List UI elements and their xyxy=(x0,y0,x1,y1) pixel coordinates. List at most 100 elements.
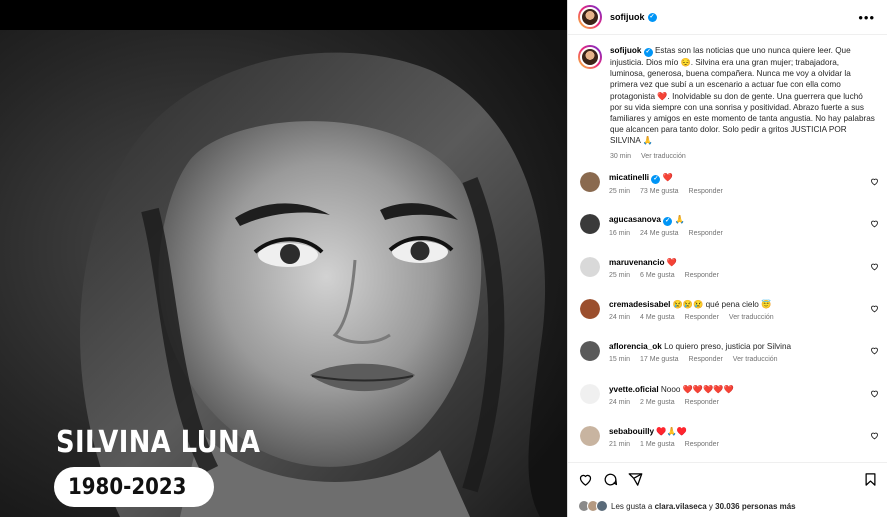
comment-like-heart-icon[interactable] xyxy=(870,389,879,398)
comment-likes[interactable]: 2 Me gusta xyxy=(640,399,675,406)
action-row xyxy=(578,472,643,487)
post-caption: sofijuok ✓ Estas son las noticias que un… xyxy=(568,36,887,162)
comment-body: micatinelli ✓ ❤️ 25 min 73 Me gusta Resp… xyxy=(609,172,864,214)
comment-text: ❤️ xyxy=(666,257,677,267)
comment-verified-icon: ✓ xyxy=(663,217,673,227)
commenter-avatar[interactable] xyxy=(580,383,600,404)
more-options-icon[interactable]: ••• xyxy=(858,10,875,25)
comment-username[interactable]: micatinelli xyxy=(609,173,649,182)
comment-likes[interactable]: 17 Me gusta xyxy=(640,356,679,363)
comment-like-heart-icon[interactable] xyxy=(870,177,879,186)
post-header: sofijuok ✓ ••• xyxy=(568,0,887,35)
comment-line: cremadesisabel 😢😢😢 qué pena cielo 😇 xyxy=(609,299,864,310)
comment-username[interactable]: aflorencia_ok xyxy=(609,342,662,351)
comment-likes[interactable]: 6 Me gusta xyxy=(640,272,675,279)
comment-like-heart-icon[interactable] xyxy=(870,304,879,313)
post-photo[interactable]: SILVINA LUNA 1980-2023 xyxy=(0,0,567,517)
comment-row: micatinelli ✓ ❤️ 25 min 73 Me gusta Resp… xyxy=(568,171,887,214)
post-side-panel: sofijuok ✓ ••• sofijuok ✓ Estas son las … xyxy=(567,0,887,517)
comment-like-heart-icon[interactable] xyxy=(870,262,879,271)
liker-avatar xyxy=(596,500,608,512)
heart-icon[interactable] xyxy=(578,472,593,487)
likes-prefix: Les gusta a xyxy=(611,501,653,511)
comment-reply-button[interactable]: Responder xyxy=(685,314,719,321)
comment-body: cremadesisabel 😢😢😢 qué pena cielo 😇 24 m… xyxy=(609,299,864,341)
comment-reply-button[interactable]: Responder xyxy=(689,356,723,363)
commenter-avatar[interactable] xyxy=(580,214,600,235)
comment-row: cremadesisabel 😢😢😢 qué pena cielo 😇 24 m… xyxy=(568,299,887,341)
commenter-avatar[interactable] xyxy=(580,256,600,277)
comment-reply-button[interactable]: Responder xyxy=(689,188,723,195)
comment-icon[interactable] xyxy=(603,472,618,487)
caption-body: sofijuok ✓ Estas son las noticias que un… xyxy=(610,45,875,162)
comment-text: Nooo ❤️❤️❤️❤️❤️ xyxy=(660,384,734,394)
comment-likes[interactable]: 24 Me gusta xyxy=(640,230,679,237)
comment-time: 25 min xyxy=(609,271,631,279)
caption-verified-icon: ✓ xyxy=(643,48,653,57)
comment-body: yvette.oficial Nooo ❤️❤️❤️❤️❤️ 24 min 2 … xyxy=(609,384,864,426)
caption-avatar[interactable] xyxy=(578,45,602,69)
comment-line: micatinelli ✓ ❤️ xyxy=(609,172,864,184)
comment-meta: 15 min 17 Me gusta Responder Ver traducc… xyxy=(609,356,864,363)
comments-scroll-area[interactable]: sofijuok ✓ Estas son las noticias que un… xyxy=(568,36,887,462)
comment-time: 16 min xyxy=(609,230,631,238)
caption-username[interactable]: sofijuok xyxy=(610,46,641,55)
comment-username[interactable]: yvette.oficial xyxy=(609,385,659,394)
comment-reply-button[interactable]: Responder xyxy=(685,399,719,406)
comment-likes[interactable]: 1 Me gusta xyxy=(640,441,675,448)
commenter-avatar[interactable] xyxy=(580,426,600,447)
comment-text: ❤️ xyxy=(662,172,673,182)
comment-reply-button[interactable]: Responder xyxy=(685,441,719,448)
bookmark-icon[interactable] xyxy=(863,472,878,487)
comment-reply-button[interactable]: Responder xyxy=(689,230,723,237)
likes-summary: Les gusta a clara.vilaseca y 30.036 pers… xyxy=(578,500,796,512)
commenter-avatar[interactable] xyxy=(580,171,600,192)
commenter-avatar[interactable] xyxy=(580,299,600,319)
author-avatar[interactable] xyxy=(578,5,602,29)
comment-likes[interactable]: 73 Me gusta xyxy=(640,188,679,195)
comment-like-heart-icon[interactable] xyxy=(870,346,879,355)
author-username[interactable]: sofijuok xyxy=(610,12,645,22)
comment-likes[interactable]: 4 Me gusta xyxy=(640,314,675,321)
likes-user[interactable]: clara.vilaseca xyxy=(655,502,707,511)
comment-meta: 25 min 73 Me gusta Responder xyxy=(609,188,864,195)
comment-row: aflorencia_ok Lo quiero preso, justicia … xyxy=(568,341,887,383)
commenter-avatar[interactable] xyxy=(580,341,600,362)
author-name-block: sofijuok ✓ xyxy=(610,12,657,22)
likes-count[interactable]: 30.036 personas más xyxy=(715,502,796,511)
comment-translate-link[interactable]: Ver traducción xyxy=(729,314,774,321)
comment-body: sebabouilly ♥️🙏♥️ 21 min 1 Me gusta Resp… xyxy=(609,426,864,462)
comment-reply-button[interactable]: Responder xyxy=(685,272,719,279)
comment-meta: 16 min 24 Me gusta Responder xyxy=(609,230,864,237)
share-icon[interactable] xyxy=(628,472,643,487)
comment-username[interactable]: cremadesisabel xyxy=(609,300,670,309)
comment-time: 15 min xyxy=(609,356,631,364)
comment-meta: 24 min 4 Me gusta Responder Ver traducci… xyxy=(609,314,864,321)
comment-username[interactable]: sebabouilly xyxy=(609,427,654,436)
comment-like-heart-icon[interactable] xyxy=(870,431,879,440)
years-text: 1980-2023 xyxy=(68,474,187,500)
comment-meta: 25 min 6 Me gusta Responder xyxy=(609,272,864,279)
comment-line: sebabouilly ♥️🙏♥️ xyxy=(609,426,864,437)
comment-line: agucasanova ✓ 🙏 xyxy=(609,214,864,227)
comment-row: yvette.oficial Nooo ❤️❤️❤️❤️❤️ 24 min 2 … xyxy=(568,383,887,426)
comment-username[interactable]: maruvenancio xyxy=(609,258,665,267)
post-actions: Les gusta a clara.vilaseca y 30.036 pers… xyxy=(568,462,887,517)
comment-verified-icon: ✓ xyxy=(651,174,661,184)
comment-like-heart-icon[interactable] xyxy=(870,219,879,228)
instagram-post-view: SILVINA LUNA 1980-2023 sofijuok ✓ ••• so… xyxy=(0,0,887,517)
years-badge: 1980-2023 xyxy=(54,467,214,507)
comment-meta: 24 min 2 Me gusta Responder xyxy=(609,399,864,406)
comment-time: 24 min xyxy=(609,398,631,406)
overlay-name: SILVINA LUNA xyxy=(56,425,261,460)
comment-username[interactable]: agucasanova xyxy=(609,215,661,224)
comment-text: 🙏 xyxy=(674,215,685,225)
comment-text: 😢😢😢 qué pena cielo 😇 xyxy=(672,300,772,309)
verified-badge-icon: ✓ xyxy=(647,12,657,22)
comment-meta: 21 min 1 Me gusta Responder xyxy=(609,441,864,448)
liker-avatars xyxy=(578,500,608,512)
comment-time: 21 min xyxy=(609,441,631,449)
comment-translate-link[interactable]: Ver traducción xyxy=(733,356,778,363)
caption-translate-link[interactable]: Ver traducción xyxy=(641,151,686,162)
comment-row: maruvenancio ❤️ 25 min 6 Me gusta Respon… xyxy=(568,256,887,299)
